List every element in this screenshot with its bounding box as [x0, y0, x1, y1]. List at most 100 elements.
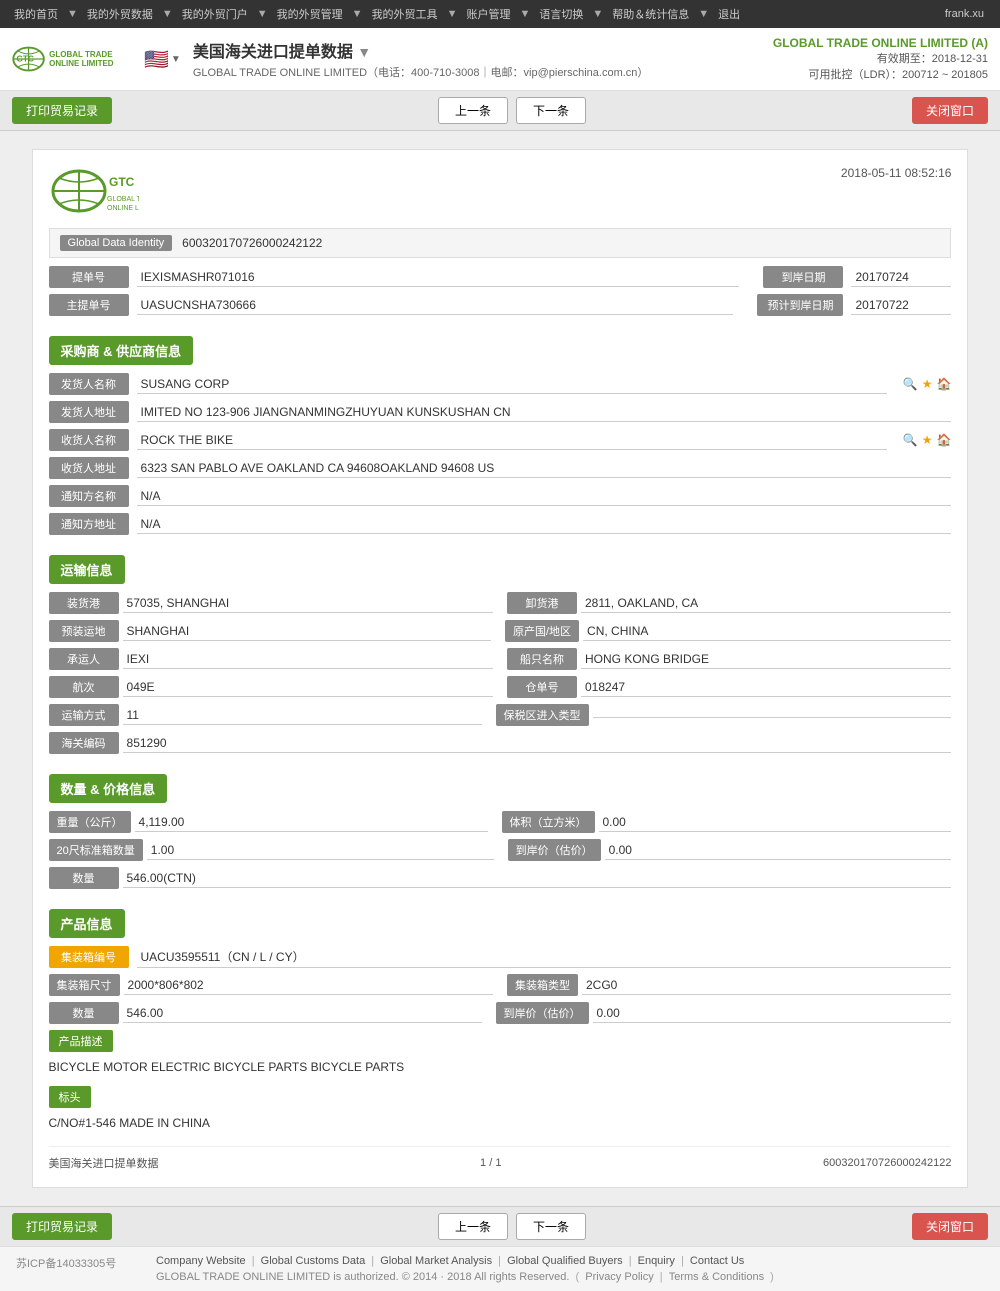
footer-print-button[interactable]: 打印贸易记录	[12, 1213, 112, 1240]
prod-arrive-price-value: 0.00	[593, 1004, 952, 1023]
page-subtitle: GLOBAL TRADE ONLINE LIMITED（电话：400-710-3…	[193, 64, 773, 80]
customs-code-value: 851290	[123, 734, 952, 753]
gdi-value: 600320170726000242122	[182, 236, 322, 250]
supplier-section-header: 采购商 & 供应商信息	[49, 336, 194, 365]
nav-home[interactable]: 我的首页	[8, 6, 64, 22]
notify-addr-row: 通知方地址 N/A	[49, 513, 952, 535]
valid-until: 有效期至：2018-12-31	[773, 50, 988, 66]
arrive-date-label: 到岸日期	[763, 266, 843, 288]
flag-selector[interactable]: 🇺🇸 ▼	[144, 47, 181, 72]
shipper-addr-label: 发货人地址	[49, 401, 129, 423]
arrive-price-value: 0.00	[605, 841, 952, 860]
footer-next-button[interactable]: 下一条	[516, 1213, 586, 1240]
page-title-area: 美国海关进口提单数据 ▼ GLOBAL TRADE ONLINE LIMITED…	[193, 38, 773, 80]
origin-label: 原产国/地区	[505, 620, 579, 642]
container20-price-row: 20尺标准箱数量 1.00 到岸价（估价） 0.00	[49, 839, 952, 861]
master-bill-label: 主提单号	[49, 294, 129, 316]
record-logo-icon: GTC GLOBAL TRADE ONLINE LIMITED	[49, 166, 139, 216]
bill-arrive-row: 提单号 IEXISMASHR071016 到岸日期 20170724	[49, 266, 952, 288]
container-type-value: 2CG0	[582, 976, 951, 995]
arrive-date-value: 20170724	[851, 268, 951, 287]
footer-link-buyers[interactable]: Global Qualified Buyers	[507, 1255, 623, 1267]
footer-prev-button[interactable]: 上一条	[438, 1213, 508, 1240]
notify-name-row: 通知方名称 N/A	[49, 485, 952, 507]
footer-terms[interactable]: Terms & Conditions	[669, 1271, 764, 1283]
footer-link-market[interactable]: Global Market Analysis	[380, 1255, 492, 1267]
qty-row: 数量 546.00(CTN)	[49, 867, 952, 889]
footer-close-button[interactable]: 关闭窗口	[912, 1213, 988, 1240]
transport-section-header: 运输信息	[49, 555, 125, 584]
consignee-name-label: 收货人名称	[49, 429, 129, 451]
consignee-search-icon[interactable]: 🔍	[903, 433, 918, 447]
nav-portal[interactable]: 我的外贸门户	[176, 6, 254, 22]
prod-desc-value: BICYCLE MOTOR ELECTRIC BICYCLE PARTS BIC…	[49, 1056, 952, 1078]
pagination-record-id: 600320170726000242122	[823, 1157, 951, 1169]
close-button[interactable]: 关闭窗口	[912, 97, 988, 124]
svg-text:GTC: GTC	[109, 175, 135, 189]
quantity-section: 数量 & 价格信息 重量（公斤） 4,119.00 体积（立方米） 0.00 2…	[49, 760, 952, 889]
bill-unit-value: 018247	[581, 678, 951, 697]
nav-logout[interactable]: 退出	[712, 6, 746, 22]
container-no-row: 集装箱编号 UACU3595511（CN / L / CY）	[49, 946, 952, 968]
nav-trade-data[interactable]: 我的外贸数据	[81, 6, 159, 22]
est-arrive-value: 20170722	[851, 296, 951, 315]
top-navigation: 我的首页 ▼ 我的外贸数据 ▼ 我的外贸门户 ▼ 我的外贸管理 ▼ 我的外贸工具…	[0, 0, 1000, 28]
prod-desc-container: 产品描述 BICYCLE MOTOR ELECTRIC BICYCLE PART…	[49, 1030, 952, 1078]
vessel-label: 船只名称	[507, 648, 577, 670]
voyage-value: 049E	[123, 678, 493, 697]
gdi-label: Global Data Identity	[60, 235, 173, 251]
carrier-vessel-row: 承运人 IEXI 船只名称 HONG KONG BRIDGE	[49, 648, 952, 670]
transport-section: 运输信息 装货港 57035, SHANGHAI 卸货港 2811, OAKLA…	[49, 541, 952, 754]
consignee-home-icon[interactable]: 🏠	[937, 433, 952, 447]
pre-load-label: 预装运地	[49, 620, 119, 642]
voyage-label: 航次	[49, 676, 119, 698]
container20-label: 20尺标准箱数量	[49, 839, 143, 861]
next-button[interactable]: 下一条	[516, 97, 586, 124]
prod-qty-price-row: 数量 546.00 到岸价（估价） 0.00	[49, 1002, 952, 1024]
bonded-label: 保税区进入类型	[496, 704, 589, 726]
consignee-addr-label: 收货人地址	[49, 457, 129, 479]
notify-addr-label: 通知方地址	[49, 513, 129, 535]
footer-links-area: Company Website | Global Customs Data | …	[156, 1255, 984, 1283]
footer-privacy[interactable]: Privacy Policy	[585, 1271, 653, 1283]
voyage-bill-unit-row: 航次 049E 仓单号 018247	[49, 676, 952, 698]
nav-tools[interactable]: 我的外贸工具	[366, 6, 444, 22]
prev-button[interactable]: 上一条	[438, 97, 508, 124]
nav-help[interactable]: 帮助＆统计信息	[606, 6, 695, 22]
consignee-addr-row: 收货人地址 6323 SAN PABLO AVE OAKLAND CA 9460…	[49, 457, 952, 479]
print-button[interactable]: 打印贸易记录	[12, 97, 112, 124]
nav-language[interactable]: 语言切换	[533, 6, 589, 22]
prod-qty-value: 546.00	[123, 1004, 482, 1023]
footer-link-company[interactable]: Company Website	[156, 1255, 246, 1267]
nav-management[interactable]: 我的外贸管理	[271, 6, 349, 22]
footer-link-customs[interactable]: Global Customs Data	[261, 1255, 366, 1267]
footer-link-contact[interactable]: Contact Us	[690, 1255, 744, 1267]
customs-code-label: 海关编码	[49, 732, 119, 754]
shipper-home-icon[interactable]: 🏠	[937, 377, 952, 391]
shipper-name-value: SUSANG CORP	[137, 375, 887, 394]
unload-port-value: 2811, OAKLAND, CA	[581, 594, 951, 613]
username: frank.xu	[945, 8, 992, 20]
supplier-section: 采购商 & 供应商信息 发货人名称 SUSANG CORP 🔍 ★ 🏠 发货人地…	[49, 322, 952, 535]
est-arrive-label: 预计到岸日期	[757, 294, 843, 316]
shipper-icons: 🔍 ★ 🏠	[903, 377, 952, 391]
weight-value: 4,119.00	[135, 813, 488, 832]
logo-tagline: GLOBAL TRADE ONLINE LIMITED	[49, 50, 132, 68]
page-header: GTC GLOBAL TRADE ONLINE LIMITED 🇺🇸 ▼ 美国海…	[0, 28, 1000, 91]
pagination-source: 美国海关进口提单数据	[49, 1155, 159, 1171]
nav-account[interactable]: 账户管理	[460, 6, 516, 22]
pagination-page: 1 / 1	[480, 1157, 501, 1169]
ldr-info: 可用批控（LDR）：200712 ~ 201805	[773, 66, 988, 82]
transport-mode-bonded-row: 运输方式 11 保税区进入类型	[49, 704, 952, 726]
company-info: GLOBAL TRADE ONLINE LIMITED (A) 有效期至：201…	[773, 36, 988, 82]
bottom-footer: 苏ICP备14033305号 Company Website | Global …	[0, 1246, 1000, 1291]
footer-link-enquiry[interactable]: Enquiry	[638, 1255, 675, 1267]
page-title: 美国海关进口提单数据 ▼	[193, 38, 773, 62]
us-flag: 🇺🇸	[144, 47, 169, 72]
consignee-name-value: ROCK THE BIKE	[137, 431, 887, 450]
consignee-star-icon[interactable]: ★	[922, 433, 933, 447]
top-toolbar: 打印贸易记录 上一条 下一条 关闭窗口	[0, 91, 1000, 131]
shipper-search-icon[interactable]: 🔍	[903, 377, 918, 391]
shipper-star-icon[interactable]: ★	[922, 377, 933, 391]
load-port-value: 57035, SHANGHAI	[123, 594, 493, 613]
